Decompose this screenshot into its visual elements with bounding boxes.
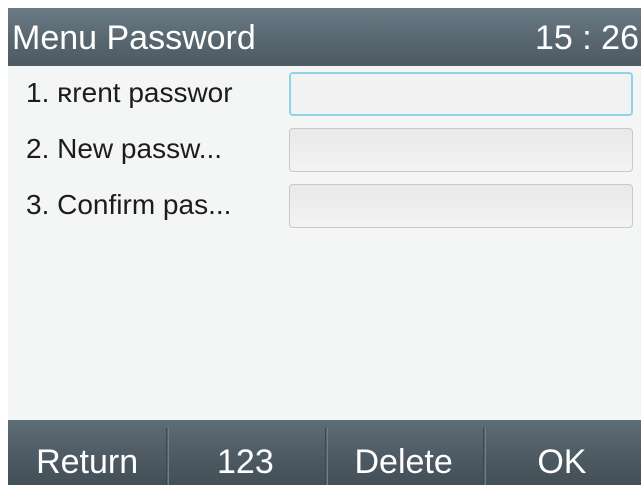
confirm-password-label: 3. Confirm pas... — [26, 189, 232, 220]
input-mode-button[interactable]: 123 — [166, 420, 324, 485]
confirm-password-row: 3. Confirm pas... — [8, 180, 641, 232]
title-bar: Menu Password 15 : 26 — [8, 8, 641, 66]
password-form: 1. ʀrent passwor 2. New passw... 3. Conf… — [8, 66, 641, 420]
current-password-row: 1. ʀrent passwor — [8, 68, 641, 120]
ok-button[interactable]: OK — [482, 420, 641, 485]
clock: 15 : 26 — [535, 19, 639, 57]
return-button[interactable]: Return — [8, 420, 166, 485]
softkey-bar: Return 123 Delete OK — [8, 420, 641, 485]
delete-button[interactable]: Delete — [324, 420, 483, 485]
page-title: Menu Password — [12, 19, 256, 57]
new-password-label: 2. New passw... — [26, 133, 223, 164]
new-password-input[interactable] — [289, 128, 633, 172]
current-password-input[interactable] — [289, 72, 633, 116]
phone-screen: Menu Password 15 : 26 1. ʀrent passwor 2… — [8, 8, 641, 485]
confirm-password-input[interactable] — [289, 184, 633, 228]
current-password-label: 1. ʀrent passwor — [26, 77, 233, 108]
new-password-row: 2. New passw... — [8, 124, 641, 176]
